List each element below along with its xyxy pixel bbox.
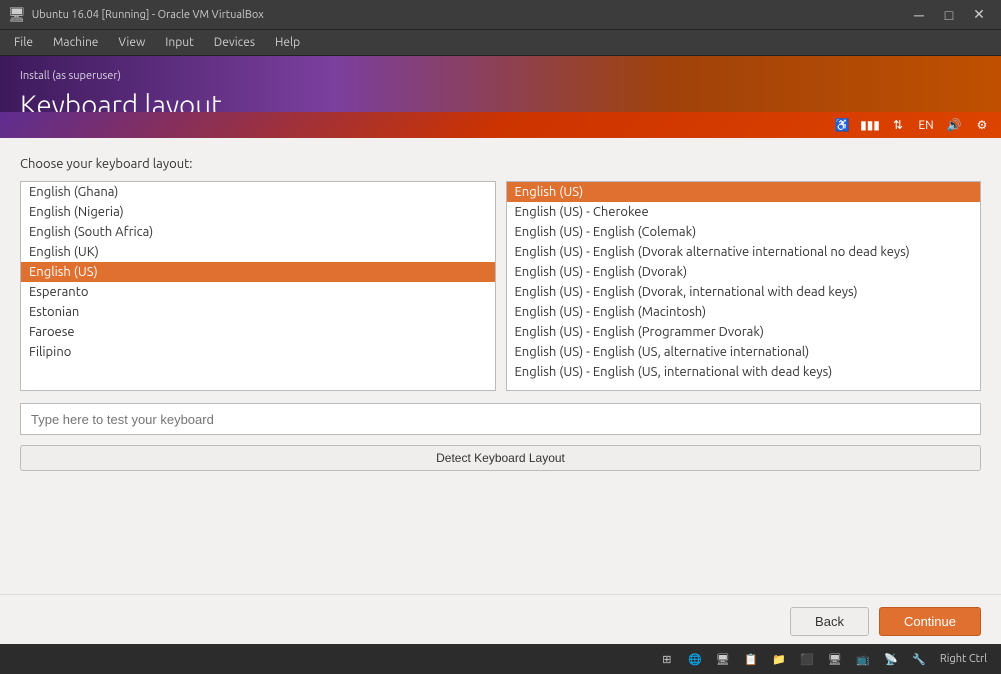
list-item[interactable]: English (US) - English (US, alternative … [507, 342, 981, 362]
battery-icon[interactable]: ▮▮▮ [859, 114, 881, 136]
vm-window: ♿ ▮▮▮ ⇅ EN 🔊 ⚙ Install (as superuser) Ke… [0, 56, 1001, 674]
minimize-button[interactable]: ─ [905, 4, 933, 26]
layout-list[interactable]: English (Ghana) English (Nigeria) Englis… [20, 181, 496, 391]
installer-content: Choose your keyboard layout: English (Gh… [0, 137, 1001, 594]
menu-view[interactable]: View [108, 34, 155, 51]
taskbar: ⊞ 🌐 🖥 📋 📁 ⬛ 🖥 📺 📡 🔧 Right Ctrl [0, 644, 1001, 674]
variant-list-item-english-us[interactable]: English (US) [507, 182, 981, 202]
list-item[interactable]: English (Nigeria) [21, 202, 495, 222]
language-icon[interactable]: EN [915, 114, 937, 136]
list-item[interactable]: Faroese [21, 322, 495, 342]
taskbar-item-10[interactable]: 🔧 [906, 647, 932, 671]
taskbar-item-8[interactable]: 📺 [850, 647, 876, 671]
taskbar-item-3[interactable]: 🖥 [710, 647, 736, 671]
menu-devices[interactable]: Devices [204, 34, 265, 51]
continue-button[interactable]: Continue [879, 607, 981, 636]
accessibility-icon[interactable]: ♿ [831, 114, 853, 136]
choose-label: Choose your keyboard layout: [20, 157, 981, 171]
list-item[interactable]: English (UK) [21, 242, 495, 262]
right-ctrl-label: Right Ctrl [934, 653, 993, 665]
taskbar-item-6[interactable]: ⬛ [794, 647, 820, 671]
keyboard-test-input[interactable] [20, 403, 981, 435]
list-item[interactable]: English (US) - Cherokee [507, 202, 981, 222]
list-item[interactable]: English (US) - English (Programmer Dvora… [507, 322, 981, 342]
menu-input[interactable]: Input [155, 34, 204, 51]
superuser-label: Install (as superuser) [20, 70, 981, 82]
list-item[interactable]: Estonian [21, 302, 495, 322]
list-item[interactable]: Filipino [21, 342, 495, 362]
maximize-button[interactable]: □ [935, 4, 963, 26]
list-item[interactable]: English (US) - English (Dvorak) [507, 262, 981, 282]
back-button[interactable]: Back [790, 607, 869, 636]
list-item[interactable]: Esperanto [21, 282, 495, 302]
menu-help[interactable]: Help [265, 34, 310, 51]
titlebar-controls: ─ □ ✕ [905, 4, 993, 26]
list-item[interactable]: English (Ghana) [21, 182, 495, 202]
menubar: File Machine View Input Devices Help [0, 30, 1001, 56]
layout-list-item-english-us[interactable]: English (US) [21, 262, 495, 282]
titlebar: 🖥 Ubuntu 16.04 [Running] - Oracle VM Vir… [0, 0, 1001, 30]
network-icon[interactable]: ⇅ [887, 114, 909, 136]
volume-icon[interactable]: 🔊 [943, 114, 965, 136]
menu-file[interactable]: File [4, 34, 43, 51]
taskbar-item-1[interactable]: ⊞ [654, 647, 680, 671]
settings-icon[interactable]: ⚙ [971, 114, 993, 136]
list-item[interactable]: English (US) - English (Macintosh) [507, 302, 981, 322]
titlebar-title: Ubuntu 16.04 [Running] - Oracle VM Virtu… [32, 9, 905, 21]
titlebar-icon: 🖥 [8, 6, 26, 23]
list-item[interactable]: English (US) - English (Colemak) [507, 222, 981, 242]
taskbar-item-4[interactable]: 📋 [738, 647, 764, 671]
taskbar-item-5[interactable]: 📁 [766, 647, 792, 671]
close-button[interactable]: ✕ [965, 4, 993, 26]
variant-list[interactable]: English (US) English (US) - Cherokee Eng… [506, 181, 982, 391]
list-item[interactable]: English (South Africa) [21, 222, 495, 242]
taskbar-item-7[interactable]: 🖥 [822, 647, 848, 671]
list-item[interactable]: English (US) - English (US, internationa… [507, 362, 981, 382]
taskbar-item-9[interactable]: 📡 [878, 647, 904, 671]
detect-keyboard-button[interactable]: Detect Keyboard Layout [20, 445, 981, 471]
list-item[interactable]: English (US) - English (Dvorak, internat… [507, 282, 981, 302]
system-tray: ♿ ▮▮▮ ⇅ EN 🔊 ⚙ [0, 112, 1001, 138]
list-item[interactable]: English (US) - English (Dvorak alternati… [507, 242, 981, 262]
taskbar-item-2[interactable]: 🌐 [682, 647, 708, 671]
menu-machine[interactable]: Machine [43, 34, 108, 51]
nav-buttons: Back Continue [20, 607, 981, 636]
lists-container: English (Ghana) English (Nigeria) Englis… [20, 181, 981, 391]
